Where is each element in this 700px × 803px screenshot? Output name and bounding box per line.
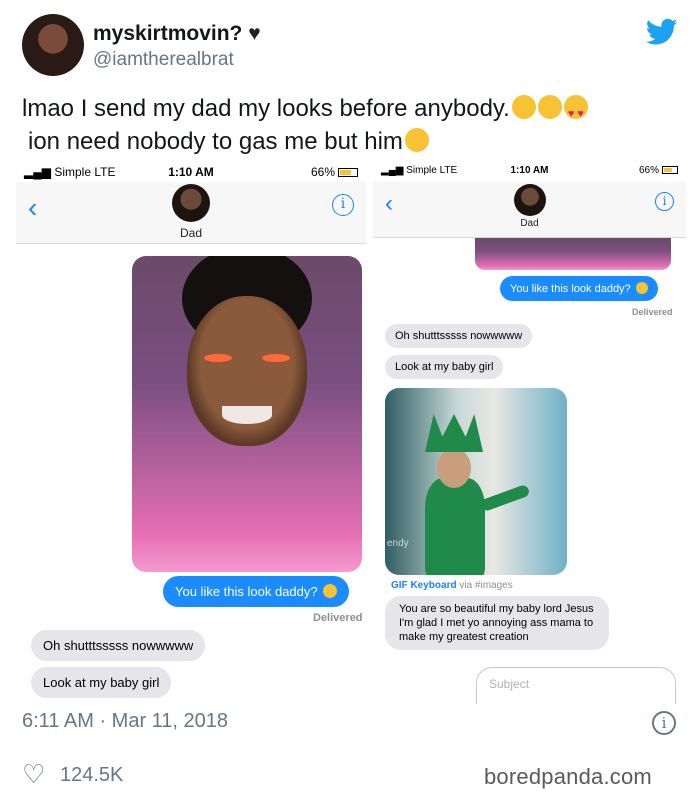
contact-avatar[interactable] [513,184,546,216]
crying-emoji-icon [404,128,429,152]
selfie-photo[interactable] [132,256,362,572]
delivered-status: Delivered [313,612,363,624]
tweet-text: lmao I send my dad my looks before anybo… [22,92,692,158]
tears-of-joy-emoji-icon [537,95,562,119]
incoming-message[interactable]: Oh shutttsssss nowwwww [31,630,206,661]
outgoing-message[interactable]: You like this look daddy? [500,276,658,301]
contact-name[interactable]: Dad [373,218,686,229]
battery-icon [338,168,358,177]
right-imessage-screenshot: ▂▄▆ Simple LTE 1:10 AM 66% ‹ Dad i You l… [373,162,686,704]
tweet-timestamp[interactable]: 6:11 AM · Mar 11, 2018 [22,710,228,733]
status-bar: ▂▄▆ Simple LTE 1:10 AM 66% [16,162,366,182]
avatar[interactable] [22,14,84,76]
like-count[interactable]: 124.5K [60,764,123,787]
tears-of-joy-emoji-icon [323,584,338,598]
info-icon[interactable]: i [332,194,354,216]
selfie-photo-scrolled[interactable] [475,238,671,270]
gif-image[interactable]: endy [385,388,567,575]
user-handle[interactable]: @iamtherealbrat [93,49,234,71]
status-bar: ▂▄▆ Simple LTE 1:10 AM 66% [373,162,686,182]
left-imessage-screenshot: ▂▄▆ Simple LTE 1:10 AM 66% ‹ Dad i You l… [16,162,366,702]
info-icon[interactable]: i [655,192,674,211]
contact-name[interactable]: Dad [16,226,366,240]
heart-icon: ♥ [248,22,261,45]
conversation-header: ‹ Dad i [16,182,366,244]
incoming-message[interactable]: Oh shutttsssss nowwwww [385,324,533,348]
battery: 66% [311,165,358,179]
tears-of-joy-emoji-icon [635,282,648,294]
heart-icon[interactable]: ♡ [22,761,45,787]
contact-avatar[interactable] [172,184,210,222]
heart-eyes-emoji-icon [563,95,588,131]
delivered-status: Delivered [632,307,673,317]
battery: 66% [639,165,678,176]
twitter-bird-icon [646,18,678,45]
watermark: boredpanda.com [484,764,652,789]
info-icon[interactable]: i [652,711,676,735]
back-chevron-icon[interactable]: ‹ [28,194,37,222]
back-chevron-icon[interactable]: ‹ [385,190,393,218]
subject-input[interactable]: Subject [476,667,676,704]
conversation-header: ‹ Dad i [373,182,686,238]
display-name[interactable]: myskirtmovin? ♥ [93,22,261,46]
incoming-message[interactable]: Look at my baby girl [385,355,504,379]
incoming-message[interactable]: Look at my baby girl [31,667,172,698]
incoming-message[interactable]: You are so beautiful my baby lord Jesus … [385,596,609,650]
tears-of-joy-emoji-icon [511,95,536,119]
gif-source-label[interactable]: GIF Keyboard via #images [391,580,513,591]
gif-watermark: endy [387,538,409,549]
outgoing-message[interactable]: You like this look daddy? [163,576,350,607]
battery-icon [662,166,678,174]
